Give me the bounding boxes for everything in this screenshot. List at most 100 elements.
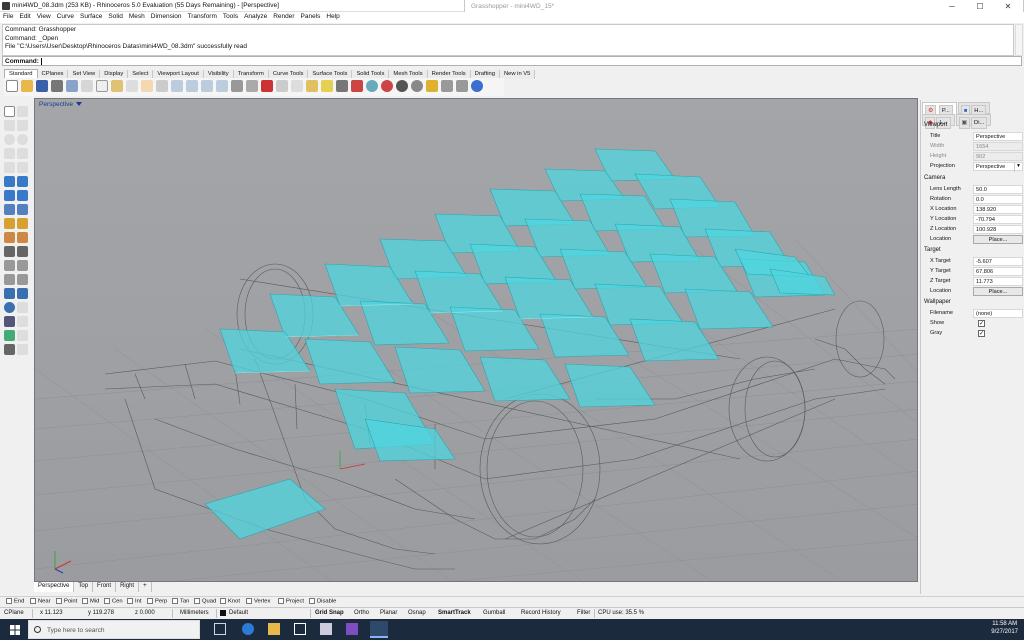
status-planar[interactable]: Planar xyxy=(380,610,397,616)
file-explorer-icon[interactable] xyxy=(268,623,280,635)
polyline-icon[interactable] xyxy=(4,120,15,131)
viewport-title[interactable]: Perspective xyxy=(39,101,73,108)
orient-icon[interactable] xyxy=(17,288,28,299)
split-icon[interactable] xyxy=(4,232,15,243)
check-icon[interactable] xyxy=(17,330,28,341)
mail-icon[interactable] xyxy=(320,623,332,635)
dimension-icon[interactable] xyxy=(441,80,453,92)
import-icon[interactable] xyxy=(66,80,78,92)
rhino-taskbar-icon[interactable] xyxy=(370,621,388,638)
status-smarttrack[interactable]: SmartTrack xyxy=(438,610,471,616)
panel-tab-help[interactable]: ■ H... xyxy=(957,102,991,117)
vp-tab-perspective[interactable]: Perspective xyxy=(34,582,75,592)
osnap-cen[interactable]: Cen xyxy=(104,598,123,605)
more-tools-icon[interactable] xyxy=(17,344,28,355)
menu-solid[interactable]: Solid xyxy=(105,12,125,20)
osnap-mid[interactable]: Mid xyxy=(82,598,99,605)
status-filter[interactable]: Filter xyxy=(577,610,590,616)
store-icon[interactable] xyxy=(294,623,306,635)
filename-field[interactable]: (none) xyxy=(973,309,1023,318)
layers-icon[interactable] xyxy=(351,80,363,92)
pan-hand-icon[interactable] xyxy=(141,80,153,92)
open-folder-icon[interactable] xyxy=(21,80,33,92)
status-gumball[interactable]: Gumball xyxy=(483,610,505,616)
osnap-near[interactable]: Near xyxy=(30,598,51,605)
mirror-icon[interactable] xyxy=(17,274,28,285)
lens-length-field[interactable]: 50.0 xyxy=(973,185,1023,194)
z-location-field[interactable]: 100.928 xyxy=(973,225,1023,234)
panel-tab-display[interactable]: ▣ Di... xyxy=(955,114,992,129)
visual-studio-icon[interactable] xyxy=(346,623,358,635)
osnap-point[interactable]: Point xyxy=(56,598,77,605)
system-tray[interactable]: 11:58 AM 9/27/2017 xyxy=(991,620,1018,636)
select-arrow-icon[interactable] xyxy=(4,106,15,117)
print-icon[interactable] xyxy=(51,80,63,92)
taskbar-search-input[interactable]: Type here to search xyxy=(28,620,200,639)
grid-icon[interactable] xyxy=(246,80,258,92)
vp-tab-top[interactable]: Top xyxy=(74,582,94,592)
ellipse-icon[interactable] xyxy=(4,162,15,173)
analyze-icon[interactable] xyxy=(4,302,15,313)
show-checkbox[interactable]: ✓ xyxy=(978,320,985,327)
osnap-project[interactable]: Project xyxy=(278,598,304,605)
cplane-icon[interactable] xyxy=(261,80,273,92)
copy-icon[interactable] xyxy=(96,80,108,92)
vp-tab-front[interactable]: Front xyxy=(93,582,117,592)
status-osnap[interactable]: Osnap xyxy=(408,610,426,616)
zoom-selected-icon[interactable] xyxy=(216,80,228,92)
rotate-view-icon[interactable] xyxy=(156,80,168,92)
projection-select[interactable]: Perspective ▼ xyxy=(973,162,1023,172)
undo-icon[interactable] xyxy=(126,80,138,92)
new-file-icon[interactable] xyxy=(6,80,18,92)
grasshopper-icon[interactable] xyxy=(456,80,468,92)
x-location-field[interactable]: 138.920 xyxy=(973,205,1023,214)
solid-icon[interactable] xyxy=(17,190,28,201)
perspective-viewport[interactable]: Perspective xyxy=(34,98,918,582)
polygon-icon[interactable] xyxy=(17,148,28,159)
osnap-vertex[interactable]: Vertex xyxy=(246,598,270,605)
menu-mesh[interactable]: Mesh xyxy=(126,12,148,20)
box-icon[interactable] xyxy=(4,190,15,201)
menu-curve[interactable]: Curve xyxy=(54,12,77,20)
tab-standard[interactable]: Standard xyxy=(4,69,38,78)
edge-browser-icon[interactable] xyxy=(242,623,254,635)
viewport-menu-arrow-icon[interactable] xyxy=(76,102,82,106)
layer-tool-icon[interactable] xyxy=(4,330,15,341)
menu-help[interactable]: Help xyxy=(323,12,342,20)
rotation-field[interactable]: 0.0 xyxy=(973,195,1023,204)
task-view-icon[interactable] xyxy=(214,623,226,635)
tab-new-in-v5[interactable]: New in V5 xyxy=(499,70,536,79)
grid-array-icon[interactable] xyxy=(4,316,15,327)
boolean-icon[interactable] xyxy=(17,204,28,215)
osnap-tan[interactable]: Tan xyxy=(172,598,189,605)
menu-view[interactable]: View xyxy=(34,12,54,20)
menu-transform[interactable]: Transform xyxy=(185,12,220,20)
shaded-sphere-icon[interactable] xyxy=(396,80,408,92)
render-tool-icon[interactable] xyxy=(4,344,15,355)
menu-file[interactable]: File xyxy=(0,12,16,20)
panel-tab-properties[interactable]: ⚙ P... xyxy=(922,102,957,117)
menu-surface[interactable]: Surface xyxy=(77,12,105,20)
dimension-tool-icon[interactable] xyxy=(17,302,28,313)
windows-start-icon[interactable] xyxy=(10,625,20,635)
point-icon[interactable] xyxy=(17,106,28,117)
title-field[interactable]: Perspective xyxy=(973,132,1023,141)
menu-tools[interactable]: Tools xyxy=(220,12,241,20)
osnap-quad[interactable]: Quad xyxy=(194,598,216,605)
curve-icon[interactable] xyxy=(17,120,28,131)
status-layer[interactable]: Default xyxy=(229,610,248,616)
z-target-field[interactable]: 11.773 xyxy=(973,277,1023,286)
render-sphere-icon[interactable] xyxy=(381,80,393,92)
surface-icon[interactable] xyxy=(4,176,15,187)
arc-icon[interactable] xyxy=(17,134,28,145)
rotate-icon[interactable] xyxy=(17,260,28,271)
paste-icon[interactable] xyxy=(111,80,123,92)
maximize-button[interactable]: ☐ xyxy=(971,1,989,12)
options-icon[interactable] xyxy=(426,80,438,92)
target-place-button[interactable]: Place... xyxy=(973,287,1023,296)
status-ortho[interactable]: Ortho xyxy=(354,610,369,616)
vp-tab-right[interactable]: Right xyxy=(116,582,140,592)
lock-icon[interactable] xyxy=(336,80,348,92)
menu-dimension[interactable]: Dimension xyxy=(148,12,185,20)
command-input[interactable]: Command: xyxy=(2,56,1022,66)
